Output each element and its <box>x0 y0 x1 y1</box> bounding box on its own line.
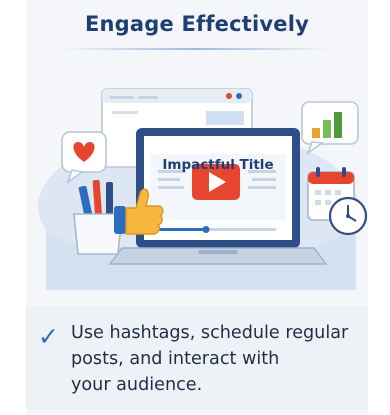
tip-text: Use hashtags, schedule regular posts, an… <box>71 320 367 398</box>
tip-line: Use hashtags, schedule regular <box>71 323 349 343</box>
progress-fill <box>158 228 206 231</box>
chart-bubble <box>301 101 359 156</box>
tip-line: posts, and interact with <box>71 349 280 369</box>
engagement-illustration: Impactful Title <box>38 88 368 290</box>
clock-icon <box>328 196 368 236</box>
video-title: Impactful Title <box>162 157 273 173</box>
checkmark-icon: ✓ <box>38 322 59 351</box>
title-divider <box>60 48 332 50</box>
tip-line: your audience. <box>71 375 203 395</box>
page-title: Engage Effectively <box>84 12 310 36</box>
